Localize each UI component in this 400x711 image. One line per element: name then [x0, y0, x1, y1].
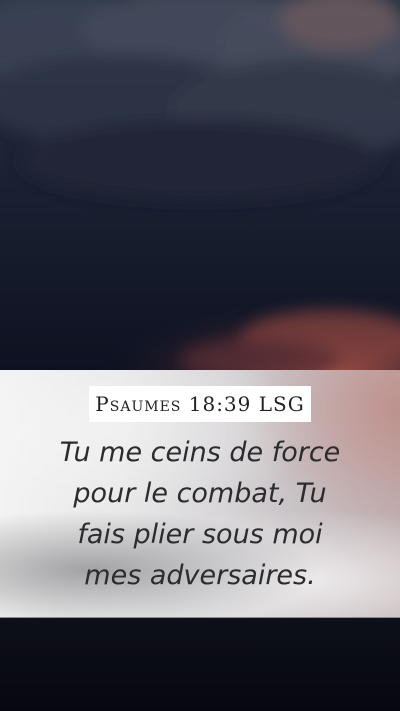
- dark-footer-area: [0, 618, 400, 711]
- verse-line: Tu me ceins de force: [59, 437, 341, 468]
- reference-text: Psaumes 18:39 LSG: [95, 392, 305, 416]
- verse-line: fais plier sous moi: [77, 519, 323, 550]
- reference-label: Psaumes 18:39 LSG: [89, 386, 311, 422]
- verse-text: Tu me ceins de force pour le combat, Tu …: [20, 432, 380, 596]
- verse-wallpaper: Psaumes 18:39 LSG Tu me ceins de force p…: [0, 0, 400, 711]
- cloudy-sky-background: [0, 0, 400, 370]
- verse-line: mes adversaires.: [84, 560, 316, 591]
- verse-line: pour le combat, Tu: [73, 478, 327, 509]
